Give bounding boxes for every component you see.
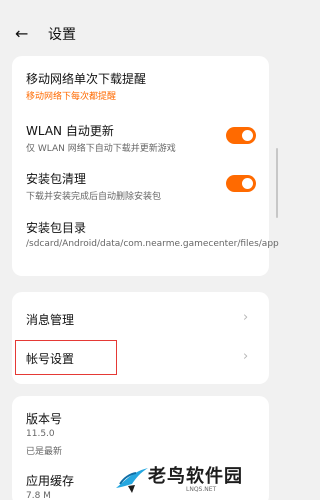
wlan-update-subtitle: 仅 WLAN 网络下自动下载并更新游戏 (26, 144, 176, 154)
download-reminder-title: 移动网络单次下载提醒 (26, 72, 147, 86)
download-settings-card: 移动网络单次下载提醒 移动网络下每次都提醒 WLAN 自动更新 仅 WLAN 网… (12, 56, 279, 276)
toggle-knob (242, 130, 253, 141)
version-title: 版本号 (26, 412, 63, 426)
toggle-knob (242, 178, 253, 189)
package-cleanup-title: 安装包清理 (26, 172, 87, 186)
account-settings-highlight (15, 340, 117, 375)
download-reminder-subtitle[interactable]: 移动网络下每次都提醒 (26, 89, 116, 102)
scrollbar[interactable] (276, 148, 278, 218)
message-management-label[interactable]: 消息管理 (26, 311, 74, 328)
package-cleanup-toggle[interactable] (226, 175, 256, 192)
watermark-text: 老鸟软件园 (148, 466, 243, 487)
wlan-update-toggle[interactable] (226, 127, 256, 144)
package-directory-title: 安装包目录 (26, 221, 87, 235)
version-status: 已是最新 (26, 447, 63, 457)
page-title: 设置 (48, 27, 76, 43)
app-cache-size: 7.8 M (26, 491, 51, 500)
package-cleanup-subtitle: 下载并安装完成后自动删除安装包 (26, 192, 162, 202)
package-directory-path: /sdcard/Android/data/com.nearme.gamecent… (26, 239, 279, 249)
chevron-right-icon: › (243, 310, 249, 325)
settings-page: ← 设置 移动网络单次下载提醒 移动网络下每次都提醒 WLAN 自动更新 仅 W… (0, 0, 281, 500)
watermark: 老鸟软件园 LNQS.NET (114, 462, 281, 496)
back-arrow-icon[interactable]: ← (15, 24, 35, 44)
app-cache-title: 应用缓存 (26, 474, 75, 488)
wlan-update-title: WLAN 自动更新 (26, 124, 114, 138)
watermark-subtext: LNQS.NET (186, 486, 217, 493)
bird-logo-icon (116, 468, 148, 493)
chevron-right-icon: › (243, 349, 249, 364)
version-number: 11.5.0 (26, 429, 55, 439)
